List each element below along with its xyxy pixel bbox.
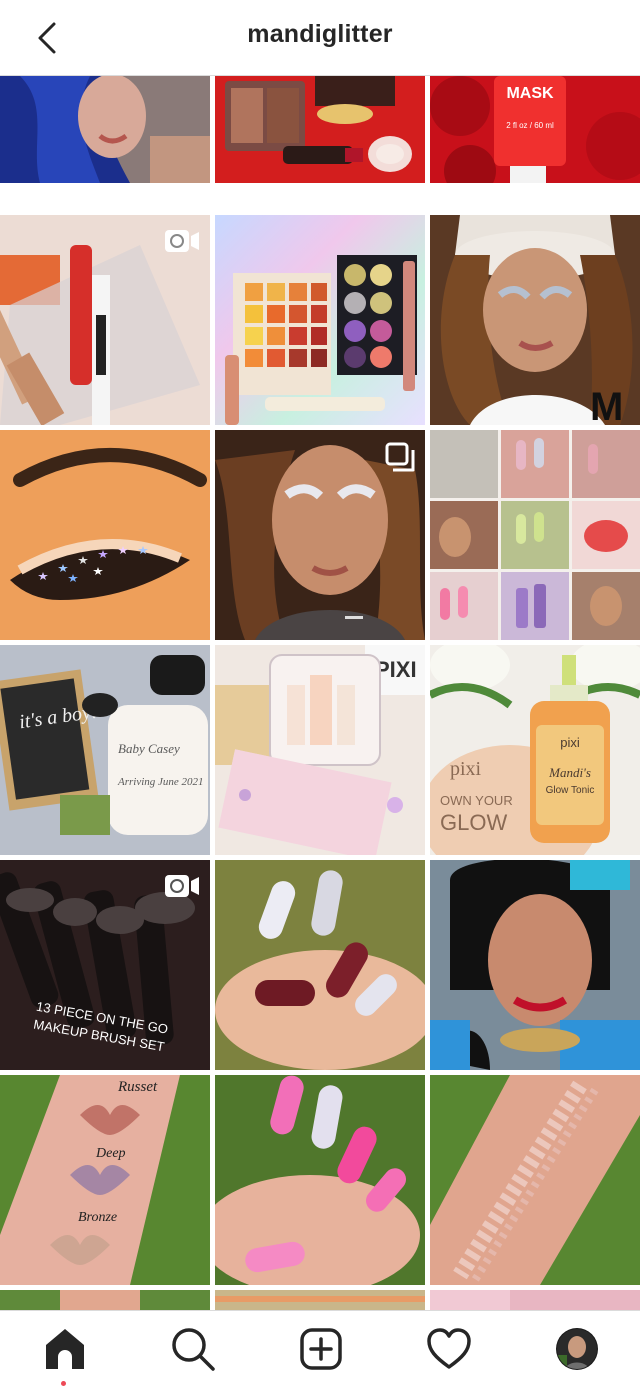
notification-dot bbox=[61, 1381, 66, 1386]
post-tile[interactable]: 13 PIECE ON THE GO MAKEUP BRUSH SET bbox=[0, 860, 210, 1070]
video-camera-icon bbox=[165, 230, 199, 252]
post-tile[interactable] bbox=[430, 860, 640, 1070]
post-overlay-text: Arriving June 2021 bbox=[117, 776, 204, 788]
post-tile[interactable] bbox=[0, 76, 210, 183]
tab-activity[interactable] bbox=[425, 1325, 473, 1373]
post-tile[interactable] bbox=[215, 430, 425, 640]
post-tile[interactable] bbox=[430, 1075, 640, 1285]
svg-text:M: M bbox=[590, 385, 623, 425]
post-overlay-text: pixi bbox=[560, 735, 580, 750]
post-tile[interactable] bbox=[215, 215, 425, 425]
tab-home[interactable] bbox=[41, 1325, 89, 1386]
post-overlay-text: pixi bbox=[450, 758, 482, 780]
post-tile[interactable] bbox=[215, 1290, 425, 1310]
multiple-images-icon bbox=[385, 442, 415, 472]
post-tile[interactable] bbox=[0, 1290, 210, 1310]
profile-header: mandiglitter bbox=[0, 0, 640, 76]
post-overlay-text: Glow Tonic bbox=[546, 785, 595, 796]
profile-username: mandiglitter bbox=[247, 20, 393, 48]
home-icon bbox=[46, 1329, 84, 1369]
post-tile[interactable] bbox=[215, 1075, 425, 1285]
post-overlay-text: OWN YOUR bbox=[440, 793, 513, 808]
post-tile[interactable]: Russet Deep Bronze bbox=[0, 1075, 210, 1285]
post-tile[interactable] bbox=[215, 860, 425, 1070]
tab-search[interactable] bbox=[169, 1325, 217, 1373]
new-post-icon bbox=[300, 1328, 342, 1370]
posts-grid: MASK 2 fl oz / 60 ml M it's a boy! Baby … bbox=[0, 76, 640, 1310]
post-overlay-text: GLOW bbox=[440, 810, 507, 835]
post-overlay-text: Baby Casey bbox=[118, 741, 180, 756]
tab-new-post[interactable] bbox=[297, 1325, 345, 1373]
video-camera-icon bbox=[165, 875, 199, 897]
post-tile[interactable]: pixi OWN YOUR GLOW pixi Mandi's Glow Ton… bbox=[430, 645, 640, 855]
post-overlay-text: 2 fl oz / 60 ml bbox=[506, 121, 554, 130]
search-icon bbox=[172, 1328, 215, 1371]
post-overlay-text: MASK bbox=[506, 85, 554, 102]
post-tile[interactable] bbox=[0, 215, 210, 425]
post-overlay-text: Bronze bbox=[78, 1210, 117, 1225]
post-tile[interactable] bbox=[430, 1290, 640, 1310]
post-overlay-text: PIXI bbox=[375, 657, 417, 682]
tab-profile[interactable] bbox=[553, 1325, 601, 1373]
post-tile[interactable]: M bbox=[430, 215, 640, 425]
post-overlay-text: Deep bbox=[95, 1146, 126, 1161]
post-overlay-text: Mandi's bbox=[548, 765, 591, 780]
post-tile[interactable] bbox=[215, 76, 425, 183]
post-tile[interactable]: it's a boy! Baby Casey Arriving June 202… bbox=[0, 645, 210, 855]
post-tile[interactable] bbox=[0, 430, 210, 640]
post-tile[interactable]: MASK 2 fl oz / 60 ml bbox=[430, 76, 640, 183]
post-tile[interactable]: PIXI bbox=[215, 645, 425, 855]
profile-avatar-icon bbox=[556, 1328, 598, 1370]
activity-heart-icon bbox=[427, 1328, 471, 1369]
post-tile[interactable] bbox=[430, 430, 640, 640]
bottom-tab-bar bbox=[0, 1310, 640, 1386]
post-overlay-text: Russet bbox=[117, 1079, 158, 1095]
